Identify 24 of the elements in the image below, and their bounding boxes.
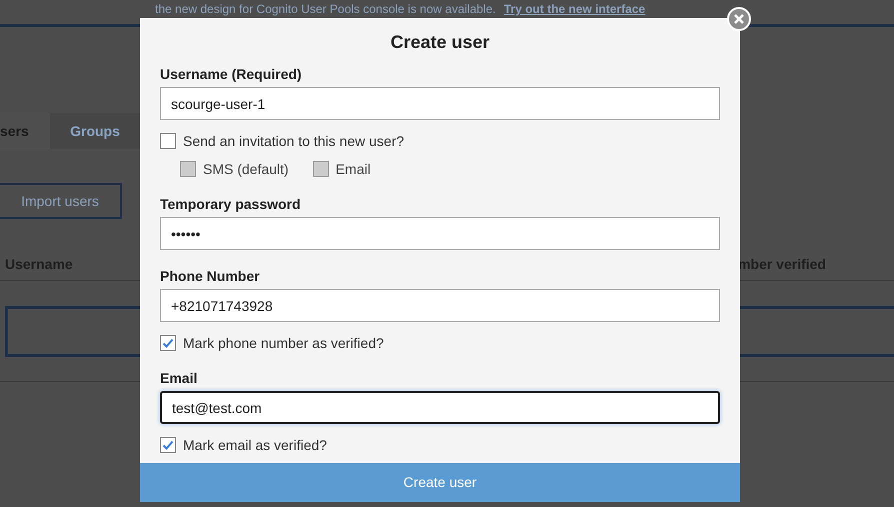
- checkbox-label: Email: [336, 160, 371, 178]
- field-label: Username (Required): [160, 66, 303, 82]
- input-field[interactable]: test@test.com: [160, 391, 720, 424]
- checkbox[interactable]: [160, 133, 176, 149]
- checkbox[interactable]: [160, 335, 176, 351]
- checkbox-label: Send an invitation to this new user?: [183, 132, 404, 150]
- input-field[interactable]: scourge-user-1: [160, 87, 720, 120]
- field-label: Phone Number: [160, 268, 261, 284]
- field-label: Temporary password: [160, 196, 302, 212]
- checkbox[interactable]: [160, 437, 176, 453]
- create-user-button[interactable]: Create user: [140, 463, 740, 502]
- checkbox-label: SMS (default): [203, 160, 289, 179]
- close-icon[interactable]: [727, 7, 751, 31]
- field-label: Email: [160, 370, 198, 386]
- checkbox-label: Mark phone number as verified?: [183, 334, 384, 353]
- tab[interactable]: Groups: [50, 113, 140, 149]
- input-field[interactable]: +821071743928: [160, 289, 720, 322]
- banner-text: the new design for Cognito User Pools console is now available.: [155, 2, 496, 18]
- checkbox-label: Mark email as verified?: [183, 436, 327, 454]
- check-icon: [162, 439, 174, 451]
- import-button[interactable]: Import users: [0, 183, 122, 219]
- check-icon: [162, 337, 174, 349]
- dialog-title: Create user: [389, 31, 491, 54]
- input-field[interactable]: ••••••: [160, 217, 720, 250]
